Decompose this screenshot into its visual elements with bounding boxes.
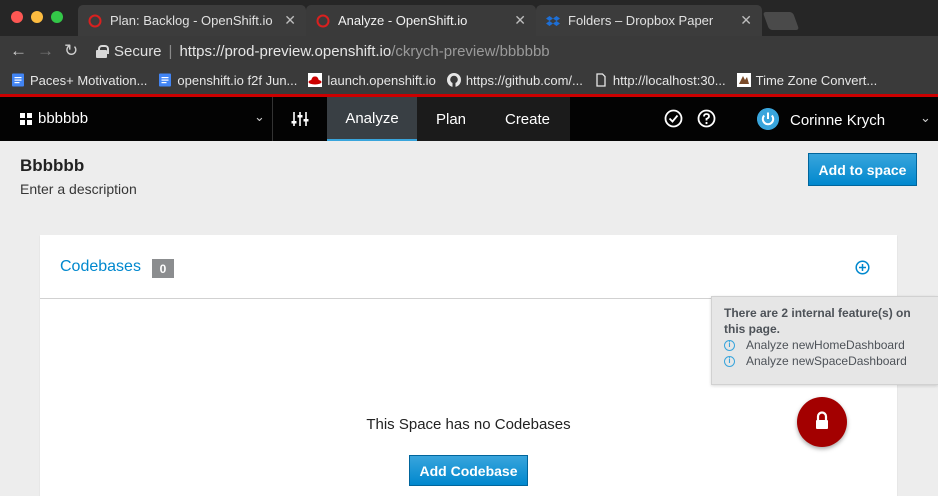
user-name[interactable]: Corinne Krych <box>790 112 885 129</box>
tab-create[interactable]: Create <box>485 97 570 141</box>
browser-tab-bar: Plan: Backlog - OpenShift.io ✕ Analyze -… <box>0 0 938 36</box>
internal-features-popover: There are 2 internal feature(s) on this … <box>711 296 938 385</box>
bookmark-label: Time Zone Convert... <box>755 72 878 88</box>
space-switcher[interactable]: bbbbbb ⌄ <box>0 97 272 141</box>
add-circle-icon[interactable] <box>855 260 870 275</box>
bookmark-label: Paces+ Motivation... <box>30 72 148 88</box>
tab-close-icon[interactable]: ✕ <box>740 12 752 29</box>
codebases-count-badge: 0 <box>152 259 174 278</box>
space-description[interactable]: Enter a description <box>20 181 137 197</box>
check-circle-icon[interactable] <box>664 109 683 128</box>
timezone-icon <box>736 73 751 87</box>
settings-button[interactable] <box>282 97 318 141</box>
add-to-space-button[interactable]: Add to space <box>808 153 917 186</box>
features-title: There are 2 internal feature(s) on this … <box>724 306 911 336</box>
chevron-down-icon[interactable]: ⌄ <box>920 110 931 126</box>
page-icon <box>596 73 606 87</box>
window-zoom-button[interactable] <box>51 11 63 23</box>
info-icon: i <box>724 355 735 367</box>
bookmark-item[interactable]: http://localhost:30... <box>594 73 726 88</box>
tab-title: Folders – Dropbox Paper <box>568 13 714 28</box>
codebases-title[interactable]: Codebases <box>60 258 141 276</box>
url-field[interactable]: Secure | https://prod-preview.openshift.… <box>92 40 938 62</box>
card-header: Codebases 0 <box>40 235 897 299</box>
lock-icon <box>816 411 828 429</box>
page-title: Bbbbbb <box>20 156 85 175</box>
lock-icon <box>96 45 109 58</box>
tab-plan[interactable]: Plan <box>417 97 485 141</box>
url-host: https://prod-preview.openshift.io <box>179 42 392 60</box>
help-icon[interactable] <box>697 109 716 128</box>
browser-address-bar: ← → ↻ Secure | https://prod-preview.open… <box>0 36 938 66</box>
docs-icon <box>12 73 24 87</box>
bookmark-item[interactable]: launch.openshift.io <box>308 72 436 88</box>
tab-analyze[interactable]: Analyze <box>327 97 417 141</box>
tab-close-icon[interactable]: ✕ <box>514 12 526 29</box>
tab-title: Analyze - OpenShift.io <box>338 13 468 28</box>
bookmark-item[interactable]: https://github.com/... <box>446 72 583 88</box>
openshift-icon <box>88 14 102 27</box>
url-separator: | <box>168 42 173 60</box>
bookmark-item[interactable]: openshift.io f2f Jun... <box>158 73 297 88</box>
space-name: bbbbbb <box>38 110 89 127</box>
github-icon <box>446 73 461 87</box>
docs-icon <box>159 73 172 87</box>
bookmark-label: openshift.io f2f Jun... <box>177 72 298 88</box>
bookmark-label: launch.openshift.io <box>327 72 436 88</box>
feature-name: Analyze newHomeDashboard <box>746 338 905 352</box>
add-codebase-button[interactable]: Add Codebase <box>409 455 528 486</box>
bookmark-label: https://github.com/... <box>465 72 583 88</box>
bookmarks-bar: Paces+ Motivation... openshift.io f2f Ju… <box>0 66 938 94</box>
internal-features-toggle-button[interactable] <box>797 397 847 447</box>
avatar[interactable] <box>757 108 779 130</box>
browser-tab-dropbox[interactable]: Folders – Dropbox Paper ✕ <box>536 5 762 36</box>
empty-state-text: This Space has no Codebases <box>366 416 571 433</box>
window-minimize-button[interactable] <box>31 11 43 23</box>
app-header: bbbbbb ⌄ Analyze Plan Create Corinne Kry… <box>0 97 938 141</box>
browser-tab-plan[interactable]: Plan: Backlog - OpenShift.io ✕ <box>78 5 306 36</box>
url-path: /ckrych-preview/bbbbbb <box>391 42 550 60</box>
window-close-button[interactable] <box>11 11 23 23</box>
back-arrow-icon[interactable]: ← <box>10 41 27 61</box>
redhat-icon <box>308 73 323 87</box>
list-item: i Analyze newHomeDashboard <box>724 337 926 353</box>
secure-label: Secure <box>114 42 162 60</box>
reload-icon[interactable]: ↻ <box>64 41 78 61</box>
bookmark-item[interactable]: Paces+ Motivation... <box>11 73 147 88</box>
tab-close-icon[interactable]: ✕ <box>284 12 296 29</box>
bookmark-item[interactable]: Time Zone Convert... <box>736 72 878 88</box>
tab-title: Plan: Backlog - OpenShift.io <box>110 13 273 28</box>
grid-icon <box>20 113 32 125</box>
feature-name: Analyze newSpaceDashboard <box>746 354 907 368</box>
chevron-down-icon: ⌄ <box>254 109 265 124</box>
info-icon: i <box>724 339 735 351</box>
new-tab-button[interactable] <box>762 12 800 30</box>
browser-tab-analyze[interactable]: Analyze - OpenShift.io ✕ <box>306 5 536 36</box>
openshift-icon <box>316 14 330 27</box>
header-divider <box>272 97 273 141</box>
dropbox-icon <box>546 15 560 26</box>
sliders-icon <box>291 112 309 126</box>
forward-arrow-icon[interactable]: → <box>37 41 54 61</box>
bookmark-label: http://localhost:30... <box>612 72 726 88</box>
list-item: i Analyze newSpaceDashboard <box>724 353 926 369</box>
